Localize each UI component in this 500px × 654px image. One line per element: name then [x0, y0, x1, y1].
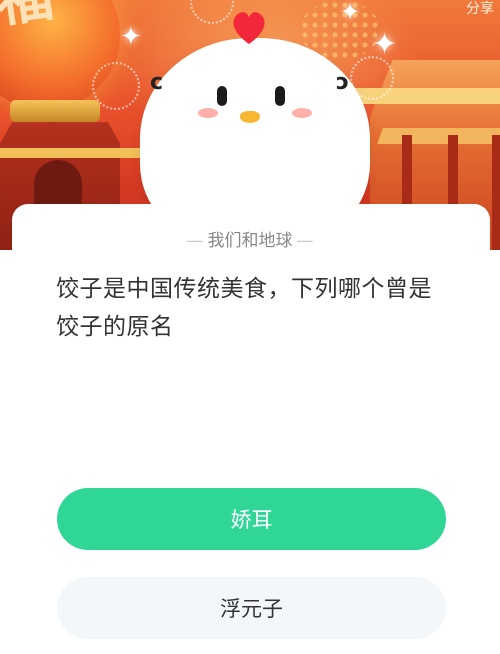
lantern-character: 福	[0, 0, 57, 39]
eye	[275, 86, 285, 106]
option-label: 娇耳	[230, 508, 273, 532]
eye	[217, 86, 227, 106]
question-text: 饺子是中国传统美食，下列哪个曾是饺子的原名	[56, 276, 432, 340]
chicken-mascot-icon: c ɔ	[140, 12, 370, 248]
comb-icon	[233, 12, 265, 44]
hand-icon: c	[150, 70, 164, 95]
cheek	[198, 108, 218, 118]
divider: —	[296, 231, 314, 251]
lantern-cap	[10, 100, 100, 122]
share-label[interactable]: 分享	[466, 0, 494, 18]
right-roof-lower	[377, 128, 500, 144]
beak	[240, 111, 260, 123]
divider: —	[186, 231, 204, 251]
sparkle-icon: ✦	[120, 22, 142, 52]
answer-option-2-button[interactable]: 浮元子	[57, 577, 446, 639]
dotted-ring-decoration	[92, 62, 140, 110]
sparkle-icon: ✦	[372, 27, 398, 62]
answer-option-1-button[interactable]: 娇耳	[57, 488, 446, 550]
quiz-source: — 我们和地球 —	[0, 226, 500, 251]
hand-icon: ɔ	[336, 70, 350, 95]
option-label: 浮元子	[220, 597, 283, 621]
gate-beam	[0, 148, 140, 158]
source-label: 我们和地球	[207, 231, 293, 251]
cheek	[292, 108, 312, 118]
